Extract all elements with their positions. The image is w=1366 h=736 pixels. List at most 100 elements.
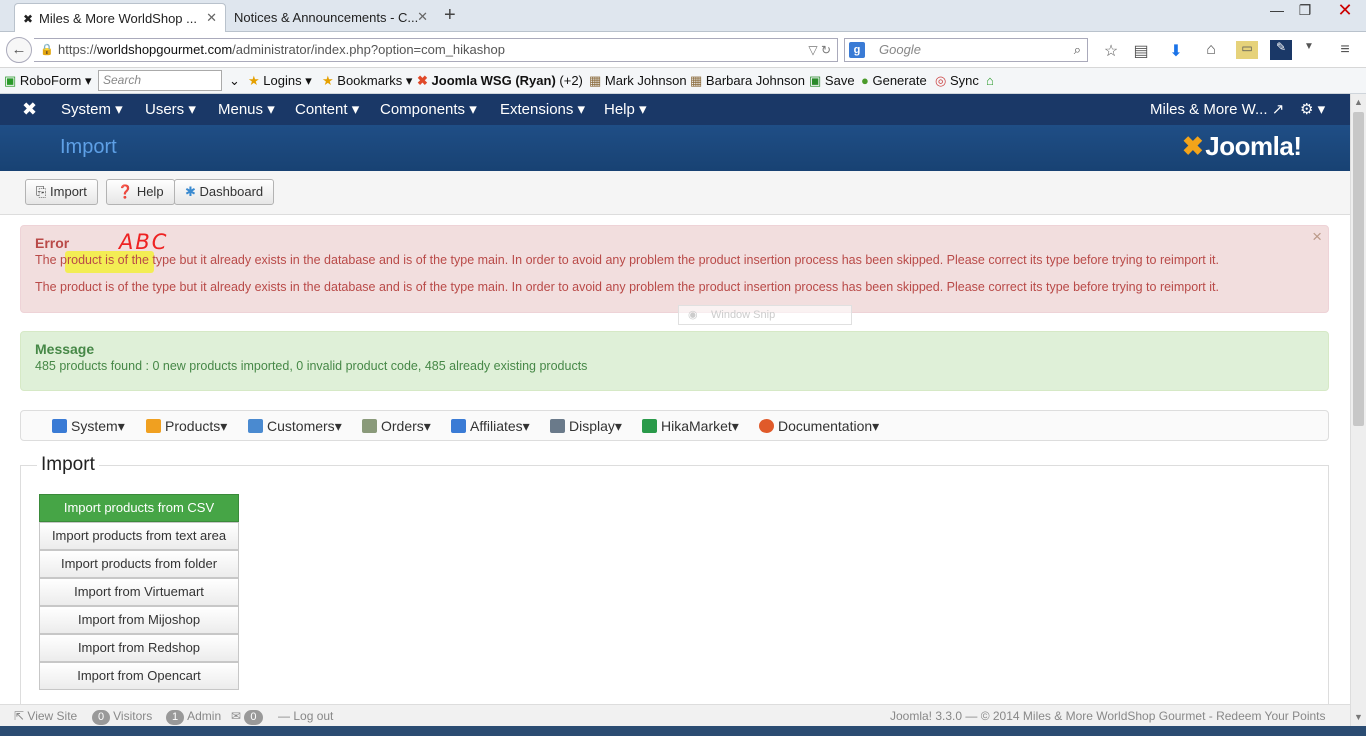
hika-menu-hikamarket[interactable]: HikaMarket▾	[642, 418, 739, 435]
import-fieldset: Import Import products from CSV Import p…	[20, 454, 1329, 705]
menu-content[interactable]: Content ▾	[295, 100, 359, 118]
import-virtuemart-button[interactable]: Import from Virtuemart	[39, 578, 239, 606]
url-bar[interactable]: 🔒 https://worldshopgourmet.com/administr…	[34, 38, 838, 62]
import-legend: Import	[37, 454, 99, 476]
hika-menu-system[interactable]: System▾	[52, 418, 125, 435]
browser-nav-bar: ← 🔒 https://worldshopgourmet.com/adminis…	[0, 32, 1366, 68]
new-tab-icon[interactable]: +	[444, 4, 456, 27]
window-snip-overlay: ◉ Window Snip	[678, 305, 852, 325]
bookmark-barbara-johnson[interactable]: ▦ Barbara Johnson	[690, 73, 805, 89]
download-icon[interactable]: ⬇	[1165, 41, 1187, 61]
close-alert-icon[interactable]: ×	[1312, 227, 1322, 247]
star-icon: ★	[322, 73, 334, 88]
roboform-button[interactable]: ▣ RoboForm ▾	[4, 73, 91, 89]
bookmark-bookmarks[interactable]: ★ Bookmarks ▾	[322, 73, 412, 89]
products-icon	[146, 419, 161, 433]
visitors-status: 0 Visitors	[92, 709, 152, 725]
roboform-search-input[interactable]: Search	[98, 70, 222, 91]
roboform-save-button[interactable]: ▣ Save	[809, 73, 855, 89]
dashboard-icon: ✱	[185, 184, 196, 199]
joomla-icon: ✖	[417, 73, 428, 88]
logout-link[interactable]: — Log out	[278, 709, 333, 723]
minimize-icon[interactable]: —	[1262, 2, 1292, 18]
hikamarket-icon	[642, 419, 657, 433]
joomla-brand-logo: ✖Joomla!	[1182, 131, 1302, 161]
star-bookmark-icon[interactable]: ☆	[1100, 41, 1122, 61]
search-input[interactable]: g Google ⌕	[844, 38, 1088, 62]
menu-users[interactable]: Users ▾	[145, 100, 196, 118]
hika-menu-display[interactable]: Display▾	[550, 418, 622, 435]
joomla-logo-icon[interactable]: ✖	[22, 99, 37, 120]
pen-addon-icon[interactable]: ✎	[1270, 40, 1292, 60]
menu-icon[interactable]: ≡	[1334, 41, 1356, 59]
google-engine-icon[interactable]: g	[849, 42, 865, 58]
close-tab-icon[interactable]: ✕	[417, 9, 428, 25]
menu-extensions[interactable]: Extensions ▾	[500, 100, 585, 118]
hika-menu-affiliates[interactable]: Affiliates▾	[451, 418, 530, 435]
envelope-icon: ✉	[231, 709, 242, 723]
close-tab-icon[interactable]: ✕	[206, 10, 217, 26]
page-scrollbar[interactable]: ▲ ▼	[1350, 94, 1366, 726]
roboform-generate-button[interactable]: ● Generate	[861, 73, 927, 88]
save-icon: ▣	[809, 73, 822, 88]
display-icon	[550, 419, 565, 433]
import-opencart-button[interactable]: Import from Opencart	[39, 662, 239, 690]
home-icon[interactable]: ⌂	[1200, 41, 1222, 59]
chevron-down-icon[interactable]: ⌄	[229, 73, 240, 89]
chevron-down-icon[interactable]: ▼	[1298, 41, 1320, 52]
import-mijoshop-button[interactable]: Import from Mijoshop	[39, 606, 239, 634]
gear-icon[interactable]: ⚙ ▾	[1300, 100, 1325, 118]
hika-menu-orders[interactable]: Orders▾	[362, 418, 431, 435]
bookmark-logins[interactable]: ★ Logins ▾	[248, 73, 312, 89]
scroll-down-icon[interactable]: ▼	[1354, 712, 1363, 722]
tab-title: Notices & Announcements - C...	[234, 10, 419, 25]
menu-help[interactable]: Help ▾	[604, 100, 647, 118]
page-header: Import ✖Joomla!	[0, 125, 1350, 171]
menu-system[interactable]: System ▾	[61, 100, 123, 118]
tab-title: Miles & More WorldShop ...	[39, 10, 197, 26]
addon-icon[interactable]: ▭	[1236, 41, 1258, 59]
back-arrow-icon[interactable]: ←	[6, 37, 32, 63]
roboform-sync-button[interactable]: ◎ Sync	[935, 73, 979, 89]
bookmarks-bar: ▣ RoboForm ▾ Search ⌄ ★ Logins ▾ ★ Bookm…	[0, 68, 1366, 94]
dashboard-button[interactable]: ✱ Dashboard	[174, 179, 275, 205]
contact-card-icon: ▦	[690, 73, 703, 88]
bookmark-joomla[interactable]: ✖ Joomla WSG (Ryan) (+2)	[417, 73, 583, 89]
scroll-thumb[interactable]	[1353, 112, 1364, 426]
search-placeholder: Google	[879, 42, 921, 57]
hika-menu-customers[interactable]: Customers▾	[248, 418, 342, 435]
import-textarea-button[interactable]: Import products from text area	[39, 522, 239, 550]
messages-status[interactable]: ✉ 0	[231, 709, 266, 725]
scroll-up-icon[interactable]: ▲	[1354, 97, 1363, 107]
hika-menu-documentation[interactable]: Documentation▾	[759, 418, 879, 435]
joomla-favicon-icon: ✖	[23, 12, 34, 26]
admin-status: 1 Admin	[166, 709, 221, 725]
lifebuoy-icon	[759, 419, 774, 433]
generate-icon: ●	[861, 73, 869, 88]
menu-menus[interactable]: Menus ▾	[218, 100, 275, 118]
view-site-link[interactable]: ⇱ View Site	[14, 709, 77, 723]
snip-icon: ◉	[688, 309, 698, 321]
reload-icon[interactable]: ▽ ↻	[808, 39, 831, 61]
restore-icon[interactable]: ❐	[1290, 2, 1320, 19]
home-icon[interactable]: ⌂	[986, 73, 994, 88]
browser-tab-notices[interactable]: Notices & Announcements - C... ✕	[226, 3, 436, 32]
magnifier-icon[interactable]: ⌕	[1074, 39, 1081, 61]
bookmark-mark-johnson[interactable]: ▦ Mark Johnson	[589, 73, 687, 89]
site-link[interactable]: Miles & More W... ↗	[1150, 100, 1284, 118]
import-csv-button[interactable]: Import products from CSV	[39, 494, 239, 522]
import-redshop-button[interactable]: Import from Redshop	[39, 634, 239, 662]
close-window-icon[interactable]: ✕	[1330, 0, 1360, 21]
toolbar: ⎘ Import ❓ Help ✱ Dashboard	[0, 171, 1350, 215]
hikashop-menu: System▾ Products▾ Customers▾ Orders▾ Aff…	[20, 410, 1329, 441]
hika-menu-products[interactable]: Products▾	[146, 418, 227, 435]
reading-list-icon[interactable]: ▤	[1130, 41, 1152, 61]
import-folder-button[interactable]: Import products from folder	[39, 550, 239, 578]
os-taskbar	[0, 726, 1366, 736]
question-icon: ❓	[117, 184, 134, 199]
help-button[interactable]: ❓ Help	[106, 179, 175, 205]
browser-tab-bar: ✖ Miles & More WorldShop ... ✕ Notices &…	[0, 0, 1366, 32]
menu-components[interactable]: Components ▾	[380, 100, 477, 118]
import-button[interactable]: ⎘ Import	[25, 179, 98, 205]
browser-tab-worldshop[interactable]: ✖ Miles & More WorldShop ... ✕	[14, 3, 226, 32]
